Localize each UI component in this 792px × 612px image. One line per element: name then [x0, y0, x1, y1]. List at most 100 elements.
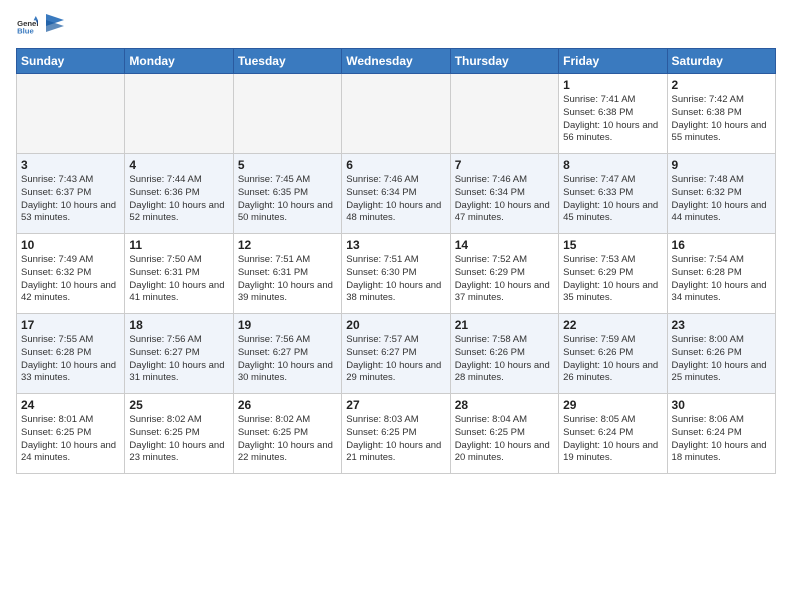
calendar-cell: 10 Sunrise: 7:49 AM Sunset: 6:32 PM Dayli…: [17, 234, 125, 314]
day-number: 1: [563, 78, 662, 92]
day-number: 26: [238, 398, 337, 412]
weekday-header-thursday: Thursday: [450, 49, 558, 74]
day-info: Sunrise: 7:41 AM Sunset: 6:38 PM Dayligh…: [563, 94, 662, 145]
header: General Blue: [16, 16, 776, 38]
day-number: 5: [238, 158, 337, 172]
calendar-cell: 21Sunrise: 7:58 AM Sunset: 6:26 PM Dayli…: [450, 314, 558, 394]
calendar-cell: [342, 74, 450, 154]
calendar-cell: 18 Sunrise: 7:56 AM Sunset: 6:27 PM Dayli…: [125, 314, 233, 394]
day-number: 8: [563, 158, 662, 172]
day-info: Sunrise: 8:03 AM Sunset: 6:25 PM Dayligh…: [346, 414, 445, 465]
day-number: 28: [455, 398, 554, 412]
day-info: Sunrise: 7:48 AM Sunset: 6:32 PM Dayligh…: [672, 174, 771, 225]
day-number: 30: [672, 398, 771, 412]
day-info: Sunrise: 7:44 AM Sunset: 6:36 PM Dayligh…: [129, 174, 228, 225]
day-number: 10: [21, 238, 120, 252]
page: General Blue SundayMondayTuesdayWednesda…: [0, 0, 792, 484]
day-number: 9: [672, 158, 771, 172]
weekday-header-saturday: Saturday: [667, 49, 775, 74]
day-info: Sunrise: 7:55 AM Sunset: 6:28 PM Dayligh…: [21, 334, 120, 385]
calendar-table: SundayMondayTuesdayWednesdayThursdayFrid…: [16, 48, 776, 474]
calendar-week-row: 3Sunrise: 7:43 AM Sunset: 6:37 PM Daylig…: [17, 154, 776, 234]
day-number: 23: [672, 318, 771, 332]
calendar-cell: 22 Sunrise: 7:59 AM Sunset: 6:26 PM Dayli…: [559, 314, 667, 394]
calendar-cell: 15 Sunrise: 7:53 AM Sunset: 6:29 PM Dayli…: [559, 234, 667, 314]
day-info: Sunrise: 8:04 AM Sunset: 6:25 PM Dayligh…: [455, 414, 554, 465]
day-info: Sunrise: 8:06 AM Sunset: 6:24 PM Dayligh…: [672, 414, 771, 465]
day-info: Sunrise: 7:56 AM Sunset: 6:27 PM Dayligh…: [238, 334, 337, 385]
calendar-cell: 4 Sunrise: 7:44 AM Sunset: 6:36 PM Daylig…: [125, 154, 233, 234]
weekday-header-wednesday: Wednesday: [342, 49, 450, 74]
day-number: 13: [346, 238, 445, 252]
day-info: Sunrise: 7:57 AM Sunset: 6:27 PM Dayligh…: [346, 334, 445, 385]
calendar-cell: 23 Sunrise: 8:00 AM Sunset: 6:26 PM Dayli…: [667, 314, 775, 394]
calendar-cell: 16Sunrise: 7:54 AM Sunset: 6:28 PM Dayli…: [667, 234, 775, 314]
day-number: 11: [129, 238, 228, 252]
day-number: 15: [563, 238, 662, 252]
day-number: 18: [129, 318, 228, 332]
day-number: 2: [672, 78, 771, 92]
calendar-week-row: 17 Sunrise: 7:55 AM Sunset: 6:28 PM Dayli…: [17, 314, 776, 394]
calendar-cell: 17 Sunrise: 7:55 AM Sunset: 6:28 PM Dayli…: [17, 314, 125, 394]
day-info: Sunrise: 7:59 AM Sunset: 6:26 PM Dayligh…: [563, 334, 662, 385]
day-info: Sunrise: 7:46 AM Sunset: 6:34 PM Dayligh…: [455, 174, 554, 225]
weekday-header-friday: Friday: [559, 49, 667, 74]
calendar-cell: 28 Sunrise: 8:04 AM Sunset: 6:25 PM Dayli…: [450, 394, 558, 474]
calendar-week-row: 24 Sunrise: 8:01 AM Sunset: 6:25 PM Dayli…: [17, 394, 776, 474]
calendar-cell: 2 Sunrise: 7:42 AM Sunset: 6:38 PM Daylig…: [667, 74, 775, 154]
svg-text:Blue: Blue: [17, 27, 34, 36]
day-info: Sunrise: 8:02 AM Sunset: 6:25 PM Dayligh…: [129, 414, 228, 465]
day-info: Sunrise: 8:05 AM Sunset: 6:24 PM Dayligh…: [563, 414, 662, 465]
calendar-cell: 19Sunrise: 7:56 AM Sunset: 6:27 PM Dayli…: [233, 314, 341, 394]
day-info: Sunrise: 7:49 AM Sunset: 6:32 PM Dayligh…: [21, 254, 120, 305]
day-info: Sunrise: 8:00 AM Sunset: 6:26 PM Dayligh…: [672, 334, 771, 385]
calendar-cell: 26Sunrise: 8:02 AM Sunset: 6:25 PM Dayli…: [233, 394, 341, 474]
day-info: Sunrise: 7:50 AM Sunset: 6:31 PM Dayligh…: [129, 254, 228, 305]
calendar-cell: 14 Sunrise: 7:52 AM Sunset: 6:29 PM Dayli…: [450, 234, 558, 314]
day-info: Sunrise: 7:58 AM Sunset: 6:26 PM Dayligh…: [455, 334, 554, 385]
day-number: 25: [129, 398, 228, 412]
day-info: Sunrise: 7:47 AM Sunset: 6:33 PM Dayligh…: [563, 174, 662, 225]
calendar-cell: [125, 74, 233, 154]
calendar-cell: 27 Sunrise: 8:03 AM Sunset: 6:25 PM Dayli…: [342, 394, 450, 474]
day-info: Sunrise: 7:51 AM Sunset: 6:30 PM Dayligh…: [346, 254, 445, 305]
calendar-week-row: 10 Sunrise: 7:49 AM Sunset: 6:32 PM Dayli…: [17, 234, 776, 314]
calendar-cell: 29 Sunrise: 8:05 AM Sunset: 6:24 PM Dayli…: [559, 394, 667, 474]
logo-icon: General Blue: [16, 16, 38, 38]
calendar-cell: 6Sunrise: 7:46 AM Sunset: 6:34 PM Daylig…: [342, 154, 450, 234]
calendar-cell: 30 Sunrise: 8:06 AM Sunset: 6:24 PM Dayli…: [667, 394, 775, 474]
day-number: 4: [129, 158, 228, 172]
calendar-week-row: 1 Sunrise: 7:41 AM Sunset: 6:38 PM Daylig…: [17, 74, 776, 154]
day-number: 29: [563, 398, 662, 412]
calendar-cell: [450, 74, 558, 154]
day-info: Sunrise: 7:52 AM Sunset: 6:29 PM Dayligh…: [455, 254, 554, 305]
calendar-cell: [233, 74, 341, 154]
day-number: 7: [455, 158, 554, 172]
day-info: Sunrise: 7:56 AM Sunset: 6:27 PM Dayligh…: [129, 334, 228, 385]
calendar-cell: 11 Sunrise: 7:50 AM Sunset: 6:31 PM Dayli…: [125, 234, 233, 314]
day-number: 14: [455, 238, 554, 252]
calendar-cell: 13 Sunrise: 7:51 AM Sunset: 6:30 PM Dayli…: [342, 234, 450, 314]
day-info: Sunrise: 7:45 AM Sunset: 6:35 PM Dayligh…: [238, 174, 337, 225]
day-info: Sunrise: 7:46 AM Sunset: 6:34 PM Dayligh…: [346, 174, 445, 225]
day-number: 3: [21, 158, 120, 172]
calendar-cell: 9 Sunrise: 7:48 AM Sunset: 6:32 PM Daylig…: [667, 154, 775, 234]
day-info: Sunrise: 7:53 AM Sunset: 6:29 PM Dayligh…: [563, 254, 662, 305]
calendar-cell: 8 Sunrise: 7:47 AM Sunset: 6:33 PM Daylig…: [559, 154, 667, 234]
calendar-cell: 25 Sunrise: 8:02 AM Sunset: 6:25 PM Dayli…: [125, 394, 233, 474]
calendar-cell: 1 Sunrise: 7:41 AM Sunset: 6:38 PM Daylig…: [559, 74, 667, 154]
logo: General Blue: [16, 16, 64, 38]
logo-flag-icon: [46, 14, 64, 36]
day-number: 22: [563, 318, 662, 332]
day-info: Sunrise: 8:01 AM Sunset: 6:25 PM Dayligh…: [21, 414, 120, 465]
day-number: 17: [21, 318, 120, 332]
day-number: 27: [346, 398, 445, 412]
calendar-cell: 24 Sunrise: 8:01 AM Sunset: 6:25 PM Dayli…: [17, 394, 125, 474]
weekday-header-monday: Monday: [125, 49, 233, 74]
day-info: Sunrise: 7:51 AM Sunset: 6:31 PM Dayligh…: [238, 254, 337, 305]
day-info: Sunrise: 7:42 AM Sunset: 6:38 PM Dayligh…: [672, 94, 771, 145]
day-number: 24: [21, 398, 120, 412]
day-number: 16: [672, 238, 771, 252]
calendar-cell: 5 Sunrise: 7:45 AM Sunset: 6:35 PM Daylig…: [233, 154, 341, 234]
day-number: 12: [238, 238, 337, 252]
